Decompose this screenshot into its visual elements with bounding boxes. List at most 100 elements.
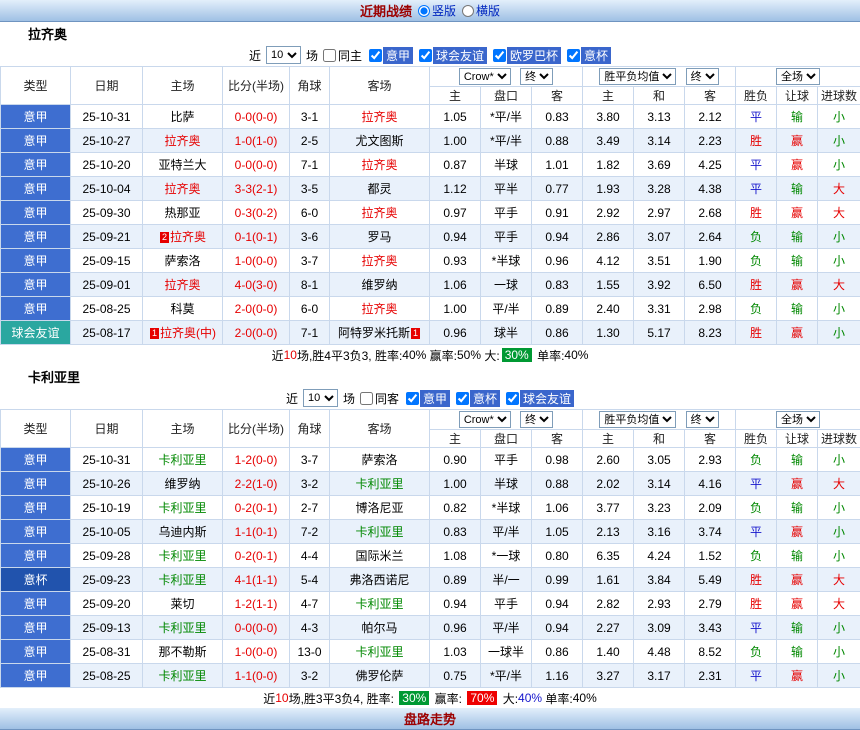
odds-final-select[interactable]: 终: [520, 411, 553, 428]
home-team-cell[interactable]: 那不勒斯: [143, 640, 223, 664]
odds-company-select[interactable]: Crow*: [459, 68, 511, 85]
away-team-cell[interactable]: 都灵: [330, 177, 430, 201]
avg-final-select[interactable]: 终: [686, 68, 719, 85]
away-team-cell[interactable]: 拉齐奥: [330, 297, 430, 321]
home-team-name[interactable]: 拉齐奥: [164, 278, 200, 292]
away-team-cell[interactable]: 阿特罗米托斯1: [330, 321, 430, 345]
away-team-name[interactable]: 佛罗伦萨: [355, 669, 403, 683]
home-team-cell[interactable]: 科莫: [143, 297, 223, 321]
vertical-radio[interactable]: [418, 5, 430, 17]
home-team-cell[interactable]: 比萨: [143, 105, 223, 129]
home-team-name[interactable]: 卡利亚里: [158, 549, 206, 563]
away-team-name[interactable]: 都灵: [367, 182, 391, 196]
home-team-cell[interactable]: 卡利亚里: [143, 496, 223, 520]
filter-checkbox[interactable]: [323, 49, 336, 62]
away-team-name[interactable]: 拉齐奥: [361, 110, 397, 124]
away-team-name[interactable]: 卡利亚里: [355, 477, 403, 491]
away-team-cell[interactable]: 拉齐奥: [330, 105, 430, 129]
layout-option-vertical[interactable]: 竖版: [418, 2, 456, 19]
filter-checkbox[interactable]: [419, 49, 432, 62]
home-team-cell[interactable]: 卡利亚里: [143, 616, 223, 640]
filter-option[interactable]: 同客: [360, 390, 400, 407]
away-team-cell[interactable]: 卡利亚里: [330, 640, 430, 664]
home-team-name[interactable]: 拉齐奥: [170, 230, 206, 244]
away-team-cell[interactable]: 拉齐奥: [330, 249, 430, 273]
away-team-cell[interactable]: 博洛尼亚: [330, 496, 430, 520]
home-team-name[interactable]: 卡利亚里: [158, 501, 206, 515]
away-team-name[interactable]: 尤文图斯: [355, 134, 403, 148]
avg-type-select[interactable]: 胜平负均值: [599, 411, 676, 428]
home-team-name[interactable]: 那不勒斯: [158, 645, 206, 659]
away-team-name[interactable]: 罗马: [367, 230, 391, 244]
home-team-name[interactable]: 莱切: [170, 597, 194, 611]
home-team-name[interactable]: 卡利亚里: [158, 669, 206, 683]
home-team-cell[interactable]: 卡利亚里: [143, 568, 223, 592]
filter-option[interactable]: 意甲: [369, 47, 413, 64]
home-team-cell[interactable]: 莱切: [143, 592, 223, 616]
away-team-cell[interactable]: 卡利亚里: [330, 472, 430, 496]
avg-type-select[interactable]: 胜平负均值: [599, 68, 676, 85]
away-team-cell[interactable]: 罗马: [330, 225, 430, 249]
home-team-name[interactable]: 卡利亚里: [158, 573, 206, 587]
away-team-name[interactable]: 卡利亚里: [355, 597, 403, 611]
home-team-name[interactable]: 卡利亚里: [158, 621, 206, 635]
away-team-name[interactable]: 维罗纳: [361, 278, 397, 292]
filter-checkbox[interactable]: [369, 49, 382, 62]
filter-option[interactable]: 意杯: [456, 390, 500, 407]
home-team-cell[interactable]: 2拉齐奥: [143, 225, 223, 249]
home-team-name[interactable]: 维罗纳: [164, 477, 200, 491]
away-team-cell[interactable]: 弗洛西诺尼: [330, 568, 430, 592]
away-team-cell[interactable]: 卡利亚里: [330, 520, 430, 544]
home-team-name[interactable]: 乌迪内斯: [158, 525, 206, 539]
filter-checkbox[interactable]: [493, 49, 506, 62]
home-team-name[interactable]: 科莫: [170, 302, 194, 316]
home-team-cell[interactable]: 卡利亚里: [143, 448, 223, 472]
home-team-name[interactable]: 亚特兰大: [158, 158, 206, 172]
away-team-name[interactable]: 帕尔马: [361, 621, 397, 635]
away-team-name[interactable]: 国际米兰: [355, 549, 403, 563]
scope-select[interactable]: 全场: [776, 411, 820, 428]
home-team-cell[interactable]: 拉齐奥: [143, 273, 223, 297]
home-team-name[interactable]: 热那亚: [164, 206, 200, 220]
home-team-cell[interactable]: 1拉齐奥(中): [143, 321, 223, 345]
away-team-name[interactable]: 拉齐奥: [361, 302, 397, 316]
match-count-select[interactable]: 10: [303, 389, 338, 407]
odds-company-select[interactable]: Crow*: [459, 411, 511, 428]
avg-final-select[interactable]: 终: [686, 411, 719, 428]
away-team-cell[interactable]: 拉齐奥: [330, 201, 430, 225]
away-team-name[interactable]: 拉齐奥: [361, 254, 397, 268]
home-team-cell[interactable]: 卡利亚里: [143, 664, 223, 688]
away-team-cell[interactable]: 卡利亚里: [330, 592, 430, 616]
away-team-cell[interactable]: 尤文图斯: [330, 129, 430, 153]
away-team-cell[interactable]: 帕尔马: [330, 616, 430, 640]
filter-checkbox[interactable]: [406, 392, 419, 405]
home-team-cell[interactable]: 卡利亚里: [143, 544, 223, 568]
filter-checkbox[interactable]: [456, 392, 469, 405]
odds-final-select[interactable]: 终: [520, 68, 553, 85]
away-team-cell[interactable]: 国际米兰: [330, 544, 430, 568]
away-team-name[interactable]: 萨索洛: [361, 453, 397, 467]
layout-option-horizontal[interactable]: 横版: [462, 2, 500, 19]
home-team-cell[interactable]: 拉齐奥: [143, 177, 223, 201]
filter-checkbox[interactable]: [506, 392, 519, 405]
away-team-cell[interactable]: 维罗纳: [330, 273, 430, 297]
home-team-cell[interactable]: 萨索洛: [143, 249, 223, 273]
filter-checkbox[interactable]: [567, 49, 580, 62]
filter-option[interactable]: 意甲: [406, 390, 450, 407]
home-team-cell[interactable]: 拉齐奥: [143, 129, 223, 153]
filter-option[interactable]: 意杯: [567, 47, 611, 64]
filter-checkbox[interactable]: [360, 392, 373, 405]
home-team-name[interactable]: 拉齐奥(中): [160, 326, 216, 340]
home-team-cell[interactable]: 热那亚: [143, 201, 223, 225]
away-team-name[interactable]: 阿特罗米托斯: [338, 326, 410, 340]
home-team-name[interactable]: 拉齐奥: [164, 182, 200, 196]
filter-option[interactable]: 欧罗巴杯: [493, 47, 561, 64]
home-team-name[interactable]: 萨索洛: [164, 254, 200, 268]
scope-select[interactable]: 全场: [776, 68, 820, 85]
home-team-cell[interactable]: 乌迪内斯: [143, 520, 223, 544]
filter-option[interactable]: 球会友谊: [419, 47, 487, 64]
away-team-name[interactable]: 弗洛西诺尼: [349, 573, 409, 587]
match-count-select[interactable]: 10: [266, 46, 301, 64]
filter-option[interactable]: 球会友谊: [506, 390, 574, 407]
away-team-name[interactable]: 卡利亚里: [355, 645, 403, 659]
